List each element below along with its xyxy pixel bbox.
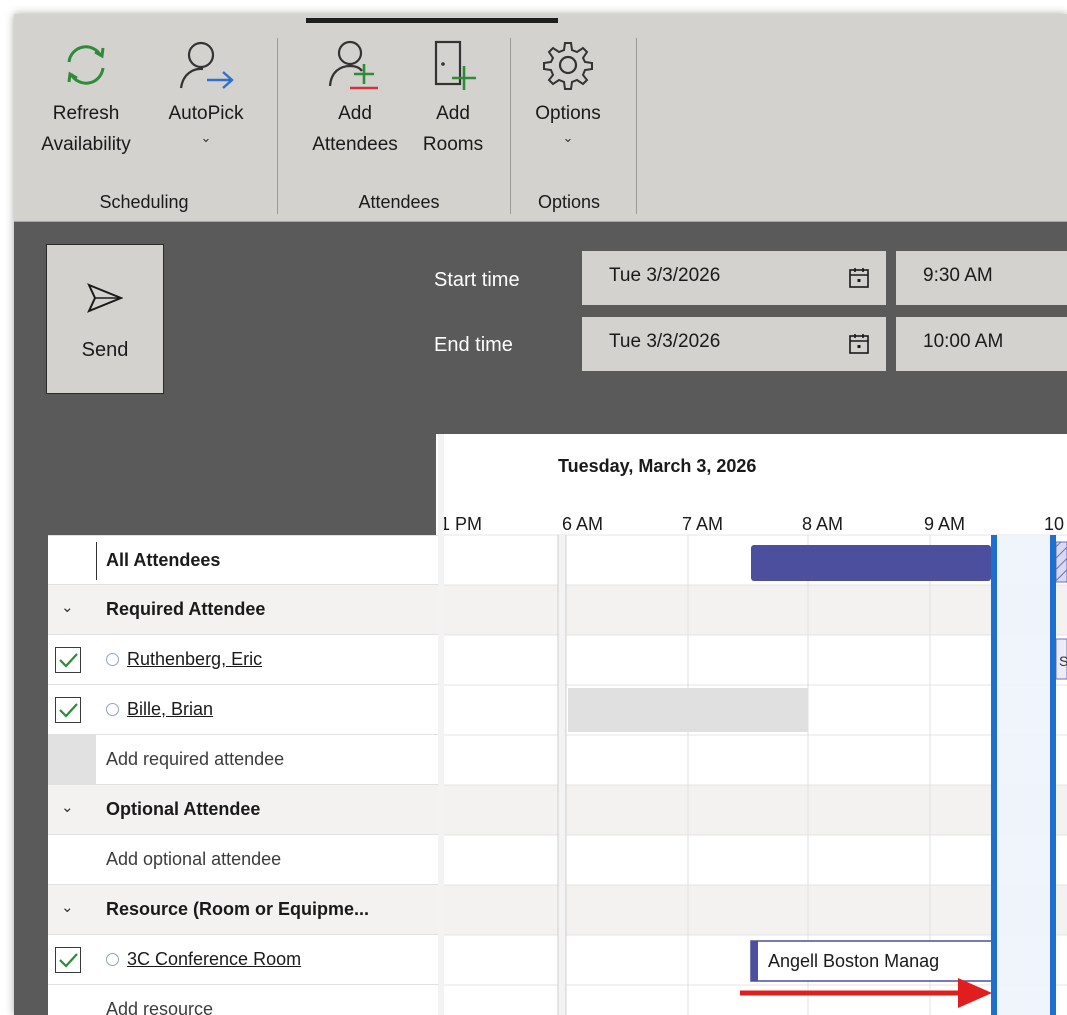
end-date-value: Tue 3/3/2026 [609,331,721,352]
timeline-canvas[interactable]: S [444,434,1067,1015]
busy-block-attendee [568,688,808,732]
group-label-scheduling: Scheduling [99,192,189,212]
start-time-label: Start time [434,269,520,291]
chevron-down-icon[interactable]: ⌄ [61,798,74,816]
presence-circle-icon [106,703,119,716]
group-separator [277,38,278,214]
refresh-availability-button[interactable]: Refresh Availability [16,38,156,160]
timeline-group-band [444,785,1067,835]
partial-block-label: S [1059,653,1067,669]
add-attendees-label-1: Add [338,103,372,124]
autopick-button[interactable]: AutoPick ⌄ [154,38,258,147]
room-name-link[interactable]: 3C Conference Room [127,949,301,969]
checkbox-icon[interactable] [55,697,81,723]
start-time-picker[interactable]: 9:30 AM [896,251,1067,305]
group-separator [510,38,511,214]
active-tab-indicator [306,18,558,23]
add-resource-input[interactable]: Add resource [106,985,213,1015]
start-date-picker[interactable]: Tue 3/3/2026 [582,251,886,305]
group-label-attendees: Attendees [358,192,440,212]
selection-end-handle [1050,535,1056,1015]
calendar-icon[interactable] [848,333,870,355]
autopick-label: AutoPick [168,103,244,124]
add-rooms-icon [434,40,476,90]
timeline-group-band [444,885,1067,935]
send-icon [87,283,123,313]
autopick-icon [179,41,234,89]
start-date-value: Tue 3/3/2026 [609,265,721,286]
room-booking-label[interactable]: Angell Boston Manag [768,941,1006,981]
gear-icon [543,42,593,90]
send-button[interactable]: Send [46,244,164,394]
attendee-name-link[interactable]: Ruthenberg, Eric [127,649,262,669]
empty-check-cell [48,735,96,785]
add-attendees-button[interactable]: Add Attendees [296,38,414,160]
add-rooms-label-1: Add [436,103,470,124]
add-required-input[interactable]: Add required attendee [106,735,284,784]
options-label: Options [535,103,601,124]
chevron-down-icon: ⌄ [562,130,574,145]
attendee-name-link[interactable]: Bille, Brian [127,699,213,719]
presence-circle-icon [106,953,119,966]
options-button[interactable]: Options ⌄ [518,38,618,147]
ribbon: Refresh Availability AutoPick ⌄ Scheduli… [14,14,1067,222]
chevron-down-icon[interactable]: ⌄ [61,598,74,616]
add-attendees-label-2: Attendees [312,134,398,155]
end-time-value: 10:00 AM [923,331,1004,352]
end-date-picker[interactable]: Tue 3/3/2026 [582,317,886,371]
refresh-label-2: Availability [41,134,131,155]
resource-group-label: Resource (Room or Equipme... [106,899,370,919]
add-rooms-button[interactable]: Add Rooms [410,38,496,160]
scheduling-assistant-window: Refresh Availability AutoPick ⌄ Scheduli… [0,0,1067,1015]
checkbox-icon[interactable] [55,647,81,673]
refresh-label-1: Refresh [52,103,120,124]
grid-left-header-area [48,434,436,535]
all-attendees-label: All Attendees [106,550,221,570]
column-divider [96,542,97,580]
add-rooms-label-2: Rooms [422,134,484,155]
calendar-icon[interactable] [848,267,870,289]
group-label-options: Options [537,192,601,212]
day-break-band [558,535,566,1015]
group-separator [636,38,637,214]
add-attendees-icon [328,40,378,90]
scheduling-grid: Tuesday, March 3, 2026 1 PM 6 AM 7 AM 8 … [48,434,1067,1015]
send-label: Send [81,339,129,361]
end-time-picker[interactable]: 10:00 AM [896,317,1067,371]
chevron-down-icon: ⌄ [200,130,212,145]
busy-block-all-attendees [751,545,991,581]
start-time-value: 9:30 AM [923,265,993,286]
end-time-label: End time [434,334,513,356]
window-frame: Refresh Availability AutoPick ⌄ Scheduli… [14,14,1067,1015]
checkbox-icon[interactable] [55,947,81,973]
tentative-block [1055,541,1067,583]
add-optional-input[interactable]: Add optional attendee [106,835,281,884]
optional-group-label: Optional Attendee [106,799,261,819]
chevron-down-icon[interactable]: ⌄ [61,898,74,916]
presence-circle-icon [106,653,119,666]
refresh-icon [67,45,105,85]
required-group-label: Required Attendee [106,599,266,619]
timeline-group-band [444,585,1067,635]
